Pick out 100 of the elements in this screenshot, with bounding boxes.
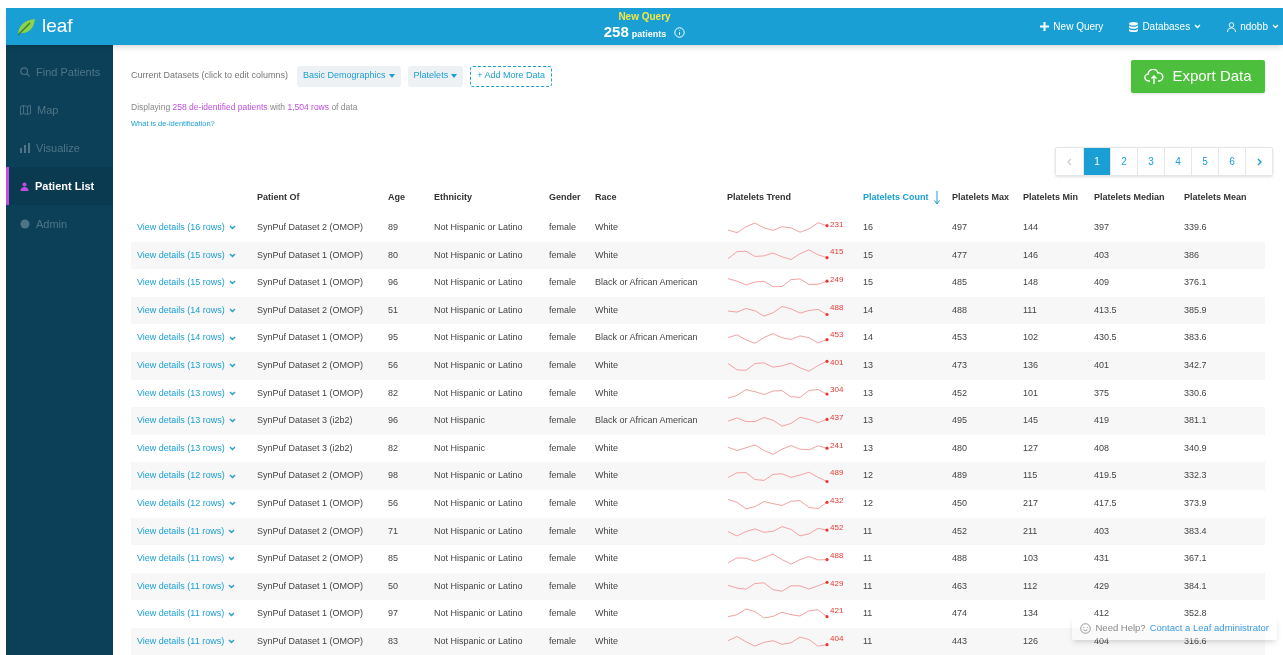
chevron-right-icon	[1256, 157, 1262, 166]
view-details-link[interactable]: View details (13 rows)	[137, 386, 236, 401]
sidebar-item[interactable]: Patient List	[6, 167, 113, 205]
column-header[interactable]: Platelets Count	[863, 191, 929, 205]
page-button[interactable]: 2	[1110, 148, 1137, 175]
table-cell: SynPuf Dataset 2 (OMOP)	[257, 304, 364, 315]
column-header[interactable]: Platelets Trend	[727, 191, 792, 205]
table-cell: White	[595, 635, 618, 646]
add-data-button[interactable]: + Add More Data	[470, 65, 552, 87]
contact-admin-link[interactable]: Contact a Leaf administrator	[1149, 620, 1269, 636]
table-cell: female	[549, 470, 576, 481]
table-cell: 339.6	[1184, 222, 1207, 233]
table-cell: 144	[1023, 222, 1039, 233]
trend-value: 231	[830, 218, 844, 231]
dataset-dropdown[interactable]: Basic Demographics	[297, 65, 401, 87]
column-header[interactable]: Age	[388, 191, 405, 205]
column-header[interactable]: Platelets Min	[1023, 191, 1078, 205]
view-details-link[interactable]: View details (13 rows)	[137, 441, 236, 456]
column-header[interactable]: Platelets Median	[1094, 191, 1165, 205]
table-cell: 477	[952, 249, 968, 260]
page-button[interactable]: 1	[1083, 148, 1110, 175]
view-details-link[interactable]: View details (12 rows)	[137, 469, 236, 483]
table-cell: 429	[1094, 580, 1110, 591]
table-cell: White	[595, 442, 618, 453]
table-cell: female	[549, 360, 576, 370]
new-query-button[interactable]: New Query	[1040, 19, 1104, 34]
trend-value: 488	[830, 301, 844, 314]
column-header[interactable]: Ethnicity	[434, 191, 472, 205]
datasets-label: Current Datasets (click to edit columns)	[131, 69, 289, 83]
view-details-link[interactable]: View details (11 rows)	[137, 552, 236, 566]
table-cell: female	[549, 580, 576, 591]
table-cell: 383.6	[1184, 332, 1207, 343]
table-cell: Not Hispanic or Latino	[434, 360, 523, 370]
table-cell: White	[595, 222, 618, 233]
page-button[interactable]: 4	[1164, 148, 1191, 175]
databases-menu[interactable]: Databases	[1129, 19, 1202, 34]
table-cell: Black or African American	[595, 332, 698, 343]
view-details-link[interactable]: View details (13 rows)	[137, 359, 236, 373]
smiley-icon	[1080, 622, 1092, 634]
sidebar-item[interactable]: Admin	[6, 205, 113, 243]
trend-value: 304	[830, 384, 844, 397]
sidebar-item[interactable]: Map	[6, 91, 113, 129]
sidebar-item[interactable]: Visualize	[6, 129, 113, 167]
table-cell: Not Hispanic or Latino	[434, 304, 523, 315]
column-header[interactable]: Race	[595, 191, 617, 205]
table-cell: White	[595, 304, 618, 315]
view-details-link[interactable]: View details (15 rows)	[137, 248, 236, 263]
view-details-link[interactable]: View details (11 rows)	[137, 634, 236, 649]
view-details-link[interactable]: View details (11 rows)	[137, 524, 236, 539]
table-cell: White	[595, 470, 618, 481]
column-header[interactable]: Platelets Max	[952, 191, 1010, 205]
view-details-link[interactable]: View details (12 rows)	[137, 497, 236, 511]
view-details-link[interactable]: View details (16 rows)	[137, 221, 236, 235]
column-header[interactable]: Platelets Mean	[1184, 191, 1247, 205]
page-button[interactable]: 6	[1218, 148, 1245, 175]
plus-icon	[1040, 22, 1050, 31]
bar-chart-icon	[20, 143, 30, 153]
table-cell: 413.5	[1094, 304, 1117, 315]
table-cell: 56	[388, 498, 398, 508]
page-button[interactable]: 5	[1191, 148, 1218, 175]
view-details-link[interactable]: View details (14 rows)	[137, 331, 236, 345]
column-header[interactable]: Patient Of	[257, 191, 300, 205]
view-details-link[interactable]: View details (15 rows)	[137, 276, 236, 290]
table-cell: 474	[952, 608, 968, 619]
trend-value: 241	[830, 439, 844, 452]
view-details-link[interactable]: View details (13 rows)	[137, 414, 236, 428]
user-menu[interactable]: ndobb	[1227, 19, 1279, 34]
page-button[interactable]: 3	[1137, 148, 1164, 175]
table-cell: Not Hispanic	[434, 415, 486, 426]
cloud-upload-icon	[1144, 68, 1165, 85]
chevron-down-icon	[228, 584, 236, 589]
summary-text: Displaying 258 de-identified patients with 1,504 rows of data	[131, 101, 359, 114]
table-cell: Not Hispanic or Latino	[434, 332, 523, 343]
chevron-down-icon	[228, 335, 236, 341]
view-details-link[interactable]: View details (11 rows)	[137, 607, 236, 621]
table-cell: Not Hispanic or Latino	[434, 498, 523, 508]
chevron-down-icon	[228, 390, 236, 396]
chevron-down-icon	[228, 418, 236, 424]
table-cell: SynPuf Dataset 1 (OMOP)	[257, 580, 364, 591]
table-cell: 16	[863, 222, 873, 233]
table-cell: 11	[863, 635, 873, 646]
table-cell: 51	[388, 304, 398, 315]
table-cell: 50	[388, 580, 398, 591]
view-details-link[interactable]: View details (14 rows)	[137, 303, 236, 318]
view-details-link[interactable]: View details (11 rows)	[137, 579, 236, 594]
export-data-button[interactable]: Export Data	[1131, 60, 1265, 93]
table-cell: 383.4	[1184, 525, 1207, 536]
table-cell: 97	[388, 608, 398, 619]
sidebar-item[interactable]: Find Patients	[6, 53, 113, 91]
dataset-dropdown[interactable]: Platelets	[407, 65, 464, 87]
table-cell: female	[549, 608, 576, 619]
column-header[interactable]: Gender	[549, 191, 581, 205]
leaf-logo-icon	[16, 17, 36, 36]
table-cell: 80	[388, 249, 398, 260]
table-cell: 13	[863, 387, 873, 398]
trend-value: 489	[830, 467, 844, 480]
table-cell: 419.5	[1094, 470, 1117, 481]
chevron-down-icon	[228, 363, 236, 369]
table-cell: female	[549, 415, 576, 426]
table-cell: 11	[863, 608, 873, 619]
